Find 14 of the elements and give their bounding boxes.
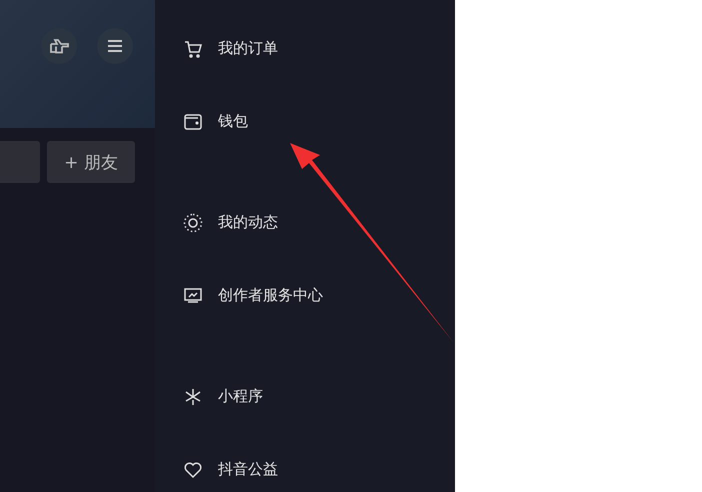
wallet-icon (183, 112, 203, 132)
monitor-icon (183, 286, 203, 306)
menu-item[interactable]: 小程序 (218, 387, 263, 406)
menu-item[interactable]: 我的订单 (218, 39, 278, 58)
heart-icon (183, 460, 203, 480)
menu-item[interactable]: 抖音公益 (218, 460, 278, 479)
sun-icon (183, 212, 203, 232)
menu-item[interactable]: 创作者服务中心 (218, 286, 323, 305)
menu-icon[interactable] (97, 28, 133, 64)
add-friend-button[interactable]: + 朋友 (47, 141, 135, 183)
menu-item[interactable]: 钱包 (218, 112, 248, 131)
spark-icon (183, 386, 203, 406)
menu-item[interactable]: 我的动态 (218, 213, 278, 232)
cart-icon (183, 38, 203, 58)
